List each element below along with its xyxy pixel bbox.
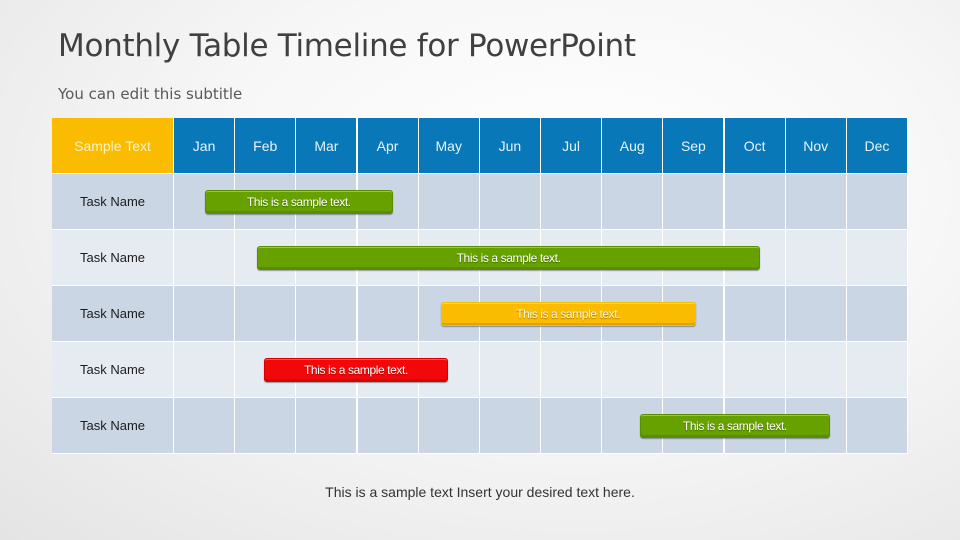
slide-subtitle: You can edit this subtitle — [58, 85, 243, 103]
header-month-apr: Apr — [357, 118, 418, 173]
header-month-sep: Sep — [663, 118, 724, 173]
header-month-jul-label: Jul — [562, 137, 581, 154]
timeline-cell — [296, 398, 357, 453]
timeline-cell — [235, 286, 296, 341]
header-month-oct-label: Oct — [743, 137, 766, 154]
timeline-cell — [479, 174, 540, 229]
task-name-cell-label: Task Name — [79, 306, 146, 321]
timeline-cell — [174, 342, 235, 397]
timeline-cell — [174, 398, 235, 453]
timeline-cell — [846, 230, 907, 285]
timeline-bar-label: This is a sample text. — [304, 362, 408, 377]
header-month-apr-label: Apr — [376, 137, 399, 154]
timeline-bar[interactable]: This is a sample text. — [204, 189, 393, 214]
header-month-aug-label: Aug — [619, 137, 645, 154]
timeline-bar[interactable]: This is a sample text. — [440, 301, 696, 326]
header-month-aug: Aug — [602, 118, 663, 173]
header-month-mar: Mar — [296, 118, 357, 173]
timeline-cell — [785, 286, 846, 341]
header-month-jul: Jul — [541, 118, 602, 173]
header-month-oct: Oct — [724, 118, 785, 173]
timeline-cell — [235, 398, 296, 453]
timeline-cell — [785, 230, 846, 285]
timeline-bar[interactable]: This is a sample text. — [257, 245, 760, 270]
timeline-cell — [663, 174, 724, 229]
task-name-cell-label: Task Name — [79, 362, 146, 377]
timeline-cell — [663, 342, 724, 397]
timeline-cell — [846, 286, 907, 341]
slide-title: Monthly Table Timeline for PowerPoint — [58, 28, 636, 64]
header-month-feb-label: Feb — [253, 137, 278, 154]
header-month-dec: Dec — [846, 118, 907, 173]
timeline-bar-label: This is a sample text. — [456, 250, 561, 265]
timeline-cell — [541, 174, 602, 229]
timeline-cell — [724, 286, 785, 341]
header-corner-cell-label: Sample Text — [74, 137, 151, 154]
task-name-cell: Task Name — [52, 398, 173, 453]
task-name-cell: Task Name — [52, 286, 173, 341]
header-month-jun-label: Jun — [498, 137, 522, 154]
header-month-nov: Nov — [785, 118, 846, 173]
timeline-bar-label: This is a sample text. — [682, 418, 787, 433]
timeline-cell — [418, 174, 479, 229]
timeline-bar-label: This is a sample text. — [246, 194, 351, 209]
task-name-cell: Task Name — [52, 230, 173, 285]
timeline-cell — [174, 230, 235, 285]
footer-text: This is a sample text Insert your desire… — [325, 484, 635, 500]
header-month-nov-label: Nov — [803, 137, 829, 154]
timeline-cell — [541, 398, 602, 453]
timeline-bar-label: This is a sample text. — [516, 306, 621, 321]
task-name-cell-label: Task Name — [79, 250, 146, 265]
header-month-feb: Feb — [235, 118, 296, 173]
timeline-cell — [296, 286, 357, 341]
header-month-mar-label: Mar — [314, 137, 339, 154]
header-month-jan-label: Jan — [192, 137, 216, 154]
timeline-cell — [846, 342, 907, 397]
header-corner-cell: Sample Text — [52, 118, 173, 173]
timeline-table: Sample Text Jan Feb Mar Apr May Jun Jul Aug Sep Oc… — [52, 118, 908, 454]
timeline-cell — [357, 286, 418, 341]
timeline-cell — [602, 174, 663, 229]
task-name-cell: Task Name — [52, 342, 173, 397]
timeline-cell — [846, 398, 907, 453]
header-month-jan: Jan — [174, 118, 235, 173]
timeline-cell — [724, 342, 785, 397]
task-name-cell: Task Name — [52, 174, 173, 229]
header-month-jun: Jun — [479, 118, 540, 173]
task-name-cell-label: Task Name — [79, 194, 146, 209]
timeline-cell — [174, 286, 235, 341]
timeline-bar[interactable]: This is a sample text. — [640, 413, 830, 438]
header-month-dec-label: Dec — [864, 137, 890, 154]
timeline-cell — [479, 398, 540, 453]
timeline-cell — [846, 174, 907, 229]
header-month-sep-label: Sep — [680, 137, 706, 154]
header-month-may: May — [418, 118, 479, 173]
timeline-cell — [418, 398, 479, 453]
timeline-bar[interactable]: This is a sample text. — [263, 357, 449, 382]
timeline-cell — [602, 342, 663, 397]
timeline-cell — [724, 174, 785, 229]
timeline-cell — [785, 174, 846, 229]
header-month-may-label: May — [435, 137, 462, 154]
timeline-cell — [785, 342, 846, 397]
timeline-cell — [357, 398, 418, 453]
timeline-cell — [479, 342, 540, 397]
timeline-cell — [541, 342, 602, 397]
task-name-cell-label: Task Name — [79, 418, 146, 433]
